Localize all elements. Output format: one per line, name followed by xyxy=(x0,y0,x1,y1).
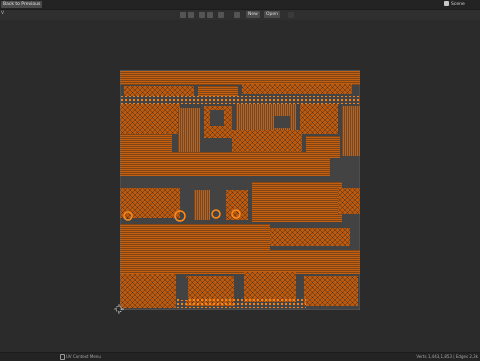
uv-island xyxy=(198,86,238,96)
scene-label: Scene xyxy=(451,2,465,7)
uv-editor-header xyxy=(0,10,480,20)
uv-island xyxy=(338,188,360,214)
uv-island xyxy=(178,108,200,152)
back-to-previous-button[interactable]: Back to Previous xyxy=(1,1,43,8)
uv-island xyxy=(194,190,210,220)
top-bar: Back to Previous Scene xyxy=(0,0,480,10)
uv-island xyxy=(244,272,296,302)
open-image-button[interactable]: Open xyxy=(264,11,281,18)
uv-island xyxy=(242,84,352,94)
sticky-selection-icon[interactable] xyxy=(199,12,205,18)
uv-island xyxy=(120,71,360,85)
uv-layout xyxy=(120,70,360,310)
2d-cursor-icon[interactable] xyxy=(114,304,124,314)
snap-icon[interactable] xyxy=(188,12,194,18)
new-image-button[interactable]: New xyxy=(246,11,260,18)
uv-gap xyxy=(180,278,188,300)
uv-island xyxy=(342,106,360,156)
uv-sync-icon[interactable] xyxy=(218,12,224,18)
uv-island xyxy=(124,86,194,96)
scene-selector[interactable]: Scene xyxy=(444,1,474,8)
uv-island xyxy=(176,298,306,308)
uv-gap xyxy=(274,116,290,128)
uv-island xyxy=(300,104,338,134)
pivot-icon[interactable] xyxy=(180,12,186,18)
uv-gap xyxy=(150,176,250,188)
mouse-icon xyxy=(60,354,65,360)
uv-gap xyxy=(210,110,224,126)
uv-island xyxy=(270,228,350,246)
pin-icon[interactable] xyxy=(288,12,294,18)
uv-island xyxy=(120,104,180,134)
proportional-editing-icon[interactable] xyxy=(207,12,213,18)
status-hint-text: UV Context Menu xyxy=(66,354,101,359)
uv-island xyxy=(142,188,180,218)
uv-canvas[interactable] xyxy=(120,70,360,310)
uv-island xyxy=(120,224,270,250)
uv-island xyxy=(120,274,176,308)
new-image-label: New xyxy=(248,12,258,17)
uv-island xyxy=(252,182,342,222)
uv-island xyxy=(120,152,330,176)
uv-island xyxy=(304,276,358,306)
uv-island xyxy=(120,250,360,274)
view-label: V xyxy=(1,11,5,16)
image-browse-icon[interactable] xyxy=(234,12,240,18)
open-image-label: Open xyxy=(266,12,279,17)
uv-island xyxy=(226,190,248,220)
uv-island xyxy=(120,96,360,104)
scene-icon xyxy=(444,1,449,6)
